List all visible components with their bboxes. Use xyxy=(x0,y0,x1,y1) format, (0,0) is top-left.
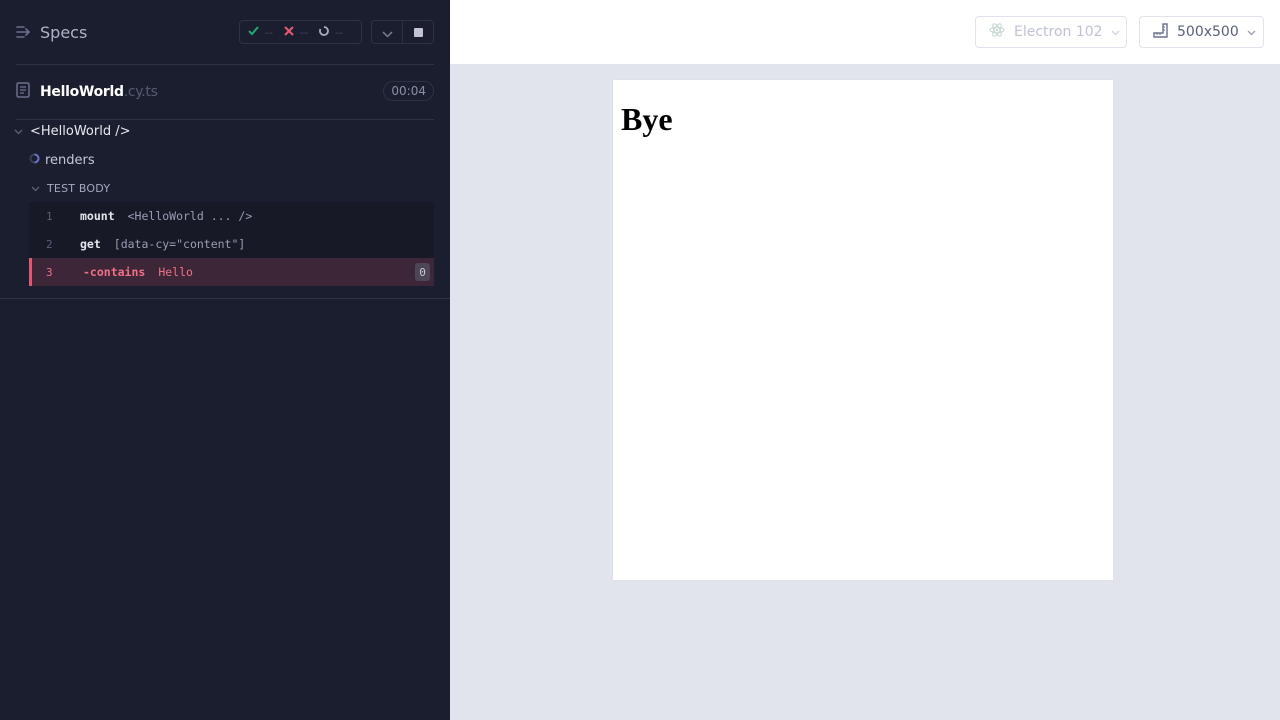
command-name: get xyxy=(80,237,101,251)
check-icon xyxy=(248,25,259,39)
divider xyxy=(0,298,450,299)
command-row[interactable]: 2 get [data-cy="content"] xyxy=(29,230,434,258)
failed-stat: -- xyxy=(284,25,308,39)
electron-icon xyxy=(989,22,1005,42)
viewport-label: 500x500 xyxy=(1177,24,1239,40)
pending-icon xyxy=(319,25,329,39)
spec-file-basename: HelloWorld xyxy=(40,84,124,100)
test-title: renders xyxy=(45,153,95,168)
stop-icon xyxy=(413,27,423,37)
spec-file-extension: .cy.ts xyxy=(123,84,158,100)
passed-count: -- xyxy=(265,25,273,39)
suite-title: <HelloWorld /> xyxy=(30,124,131,139)
viewport-selector[interactable]: 500x500 xyxy=(1139,16,1264,48)
chevron-down-icon xyxy=(1247,24,1256,40)
pending-count: -- xyxy=(334,25,343,39)
preview-toolbar: Electron 102 500x500 xyxy=(450,0,1280,64)
reporter-header: Specs -- -- -- xyxy=(16,0,434,65)
element-count-badge: 0 xyxy=(415,263,430,281)
test-body-header[interactable]: TEST BODY xyxy=(31,182,110,195)
command-row-failed[interactable]: 3 -contains Hello 0 xyxy=(29,258,434,286)
specs-label: Specs xyxy=(40,22,88,42)
chevron-down-icon xyxy=(31,182,40,195)
test-body-label: TEST BODY xyxy=(47,182,111,195)
spec-file-header: HelloWorld.cy.ts 00:04 xyxy=(16,65,434,120)
command-message: [data-cy="content"] xyxy=(113,237,246,251)
command-message: <HelloWorld ... /> xyxy=(127,209,253,223)
command-number: 1 xyxy=(46,209,53,223)
spec-file-name[interactable]: HelloWorld.cy.ts xyxy=(40,84,158,100)
running-spinner-icon xyxy=(29,153,40,168)
command-name: mount xyxy=(80,209,115,223)
x-icon xyxy=(284,25,294,39)
document-icon xyxy=(16,82,30,102)
command-name: -contains xyxy=(83,265,146,279)
command-number: 3 xyxy=(46,265,53,279)
passed-stat: -- xyxy=(248,25,273,39)
test-header[interactable]: renders xyxy=(29,153,95,168)
command-message: Hello xyxy=(158,265,193,279)
app-under-test-frame[interactable]: Bye xyxy=(613,80,1113,580)
test-stats: -- -- -- xyxy=(239,20,362,44)
browser-label: Electron 102 xyxy=(1014,24,1103,40)
ruler-icon xyxy=(1153,22,1168,42)
failed-count: -- xyxy=(299,25,308,39)
run-duration: 00:04 xyxy=(383,81,434,101)
command-number: 2 xyxy=(46,237,53,251)
command-list: 1 mount <HelloWorld ... /> 2 get [data-c… xyxy=(29,202,434,286)
chevron-down-icon xyxy=(382,23,393,42)
app-heading: Bye xyxy=(621,101,673,137)
command-log-panel: Specs -- -- -- HelloWorld.cy.ts 00:04 <H… xyxy=(0,0,450,720)
specs-list-icon xyxy=(16,25,32,39)
preview-stage: Bye xyxy=(450,64,1280,720)
chevron-down-icon xyxy=(1111,24,1120,40)
browser-selector[interactable]: Electron 102 xyxy=(975,16,1127,48)
run-controls xyxy=(371,20,434,44)
pending-stat: -- xyxy=(319,25,343,39)
specs-list-toggle[interactable]: Specs xyxy=(16,23,87,42)
suite-header[interactable]: <HelloWorld /> xyxy=(14,124,131,139)
stop-button[interactable] xyxy=(402,21,433,43)
command-row[interactable]: 1 mount <HelloWorld ... /> xyxy=(29,202,434,230)
collapse-all-button[interactable] xyxy=(372,21,402,43)
chevron-down-icon xyxy=(14,124,23,139)
